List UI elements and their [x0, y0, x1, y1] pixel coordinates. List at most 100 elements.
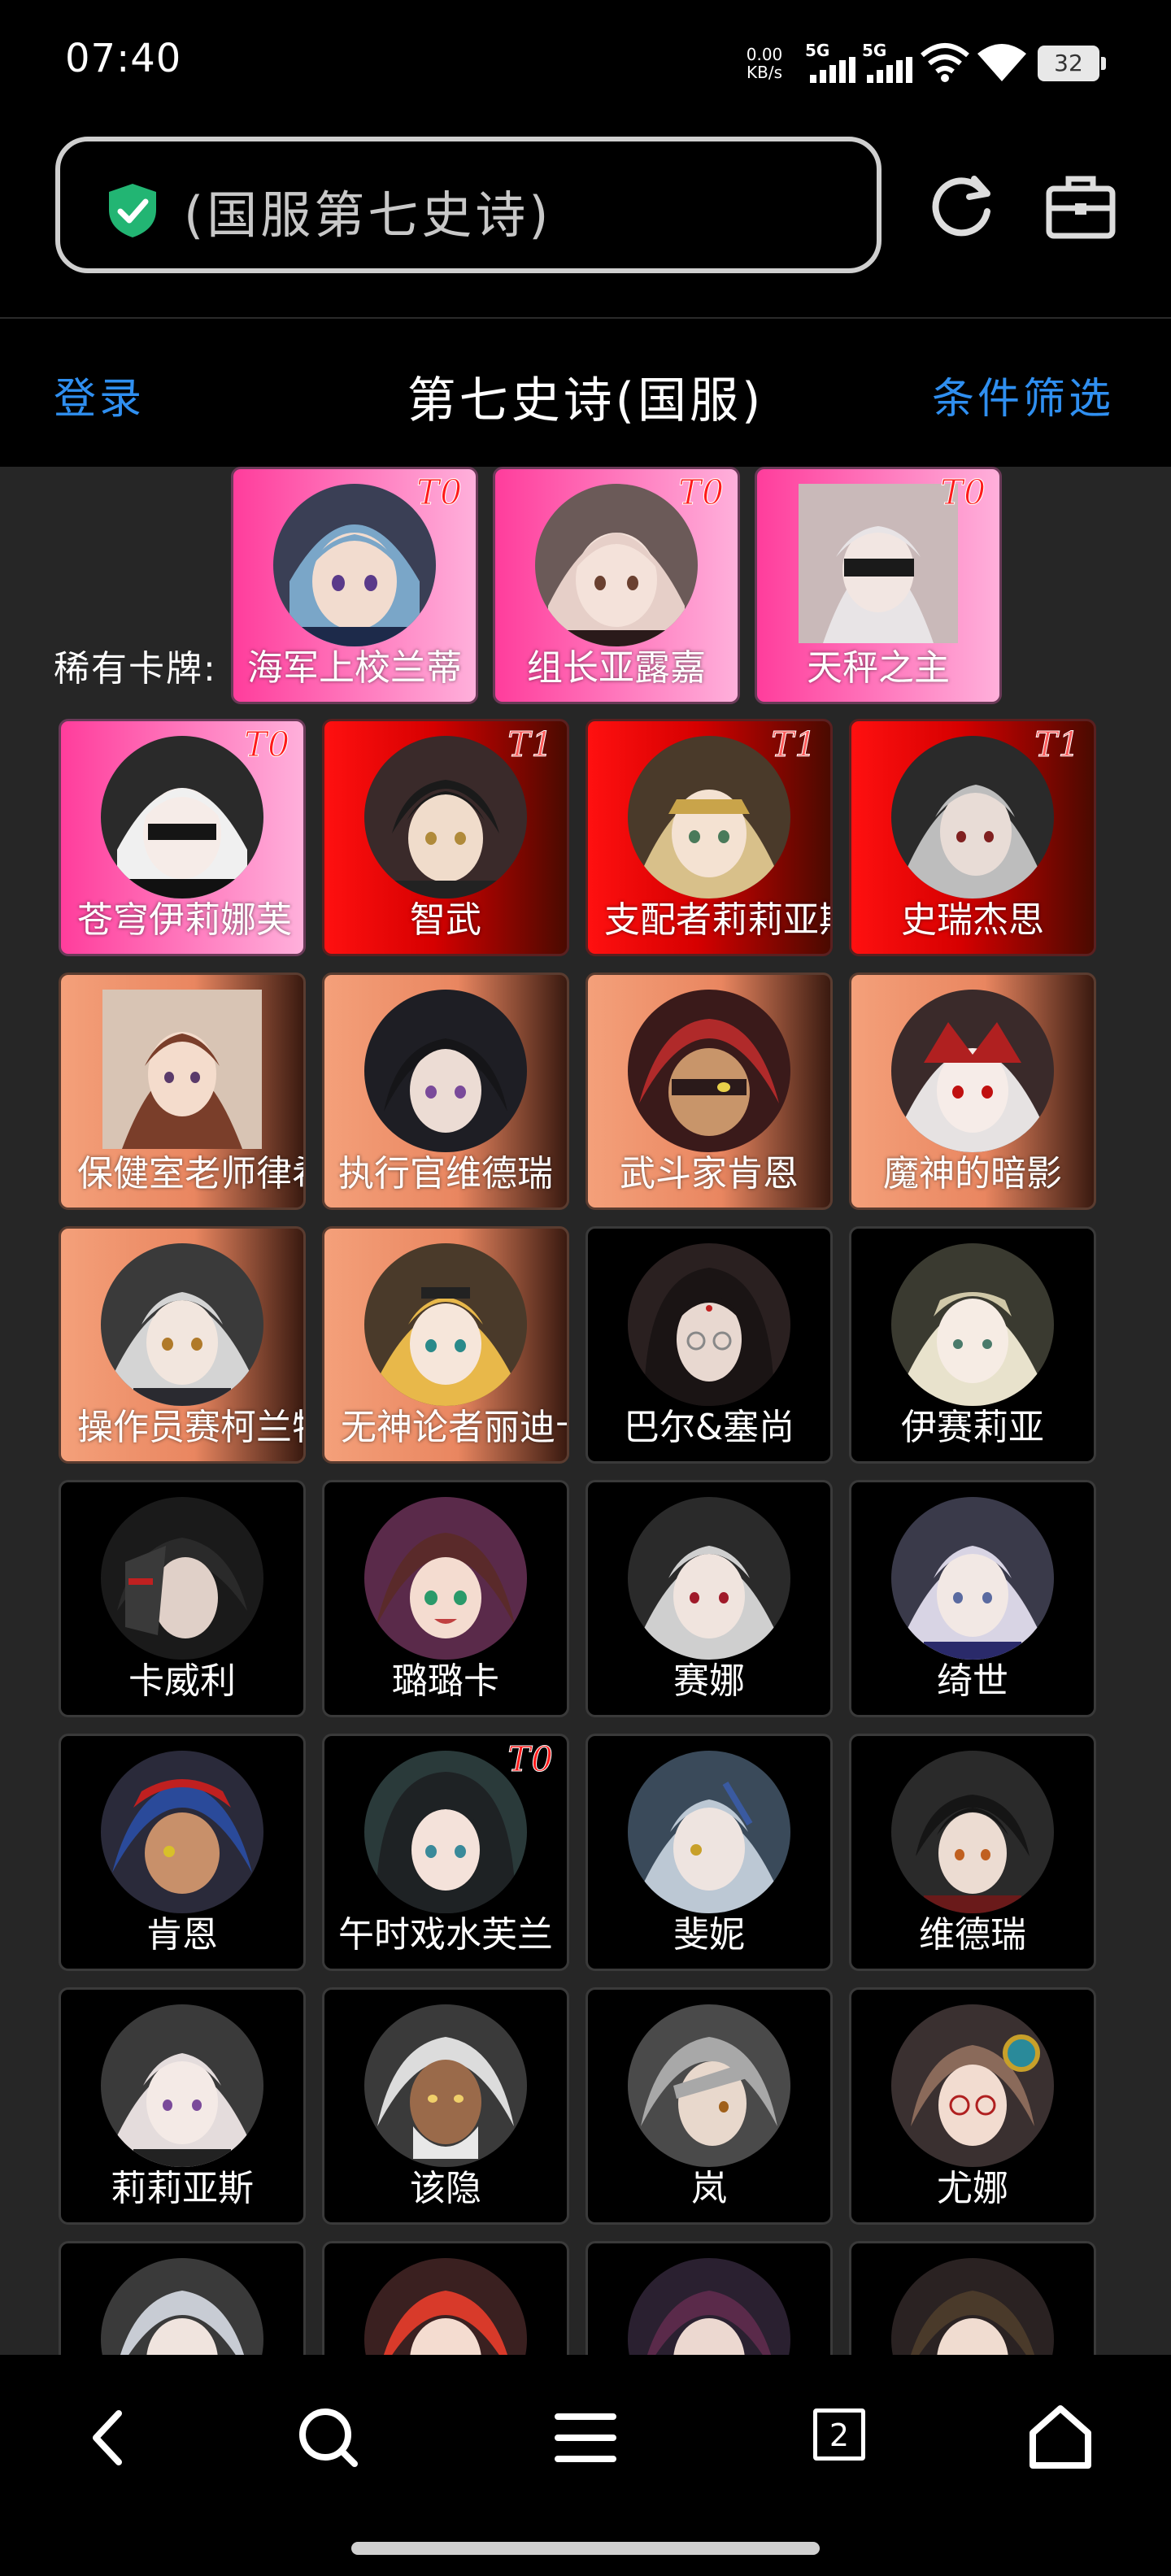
- battery-icon: 32: [1038, 46, 1106, 81]
- hero-portrait: [101, 736, 263, 899]
- hero-card[interactable]: T0 苍穹伊莉娜芙: [59, 719, 306, 956]
- hero-portrait: [102, 990, 262, 1149]
- hero-name: 智武: [410, 899, 481, 941]
- hero-card[interactable]: 卡威利: [59, 1480, 306, 1717]
- toolbox-icon[interactable]: [1044, 172, 1117, 241]
- screen: 07:40 0.00 KB/s 5G 5G 32 (国服第七史诗) 登录 第七史…: [0, 0, 1171, 2576]
- hero-name: 苍穹伊莉娜芙: [77, 899, 292, 941]
- hero-portrait: [535, 484, 698, 646]
- hero-name: 史瑞杰思: [901, 899, 1044, 941]
- tier-badge: T0: [244, 724, 290, 765]
- hero-card[interactable]: 伊赛莉亚: [849, 1226, 1096, 1464]
- hero-card[interactable]: 赛娜: [586, 1480, 833, 1717]
- hero-portrait: [364, 1243, 527, 1406]
- hero-portrait: [628, 990, 790, 1152]
- hero-card[interactable]: 该隐: [322, 1987, 569, 2225]
- hero-portrait: [364, 990, 527, 1152]
- hero-name: 天秤之主: [807, 647, 950, 689]
- hero-name: 斐妮: [673, 1914, 745, 1956]
- back-icon[interactable]: [68, 2397, 150, 2478]
- tier-badge: T1: [507, 724, 554, 765]
- hero-portrait: [364, 1751, 527, 1913]
- tier-badge: T0: [416, 472, 463, 513]
- hero-portrait: [364, 736, 527, 899]
- hero-name: 无神论者丽迪卡: [341, 1407, 567, 1448]
- hero-name: 午时戏水芙兰: [338, 1914, 553, 1956]
- hero-card[interactable]: [59, 2241, 306, 2355]
- hero-card[interactable]: 绮世: [849, 1480, 1096, 1717]
- browser-toolbar: (国服第七史诗): [0, 130, 1171, 317]
- hero-name: 支配者莉莉亚斯: [604, 899, 830, 941]
- status-time: 07:40: [65, 36, 182, 81]
- hero-portrait: [891, 736, 1054, 899]
- hero-card[interactable]: [849, 2241, 1096, 2355]
- hero-name: 绮世: [937, 1660, 1008, 1702]
- home-icon[interactable]: [1020, 2397, 1101, 2478]
- tier-badge: T0: [940, 472, 986, 513]
- hero-card[interactable]: 保健室老师律希: [59, 973, 306, 1210]
- hero-portrait: [364, 1497, 527, 1660]
- rare-cards-label: 稀有卡牌:: [54, 648, 217, 690]
- hero-card[interactable]: 无神论者丽迪卡: [322, 1226, 569, 1464]
- hero-card[interactable]: [586, 2241, 833, 2355]
- menu-icon[interactable]: [545, 2397, 626, 2478]
- hero-card[interactable]: T1 智武: [322, 719, 569, 956]
- hero-portrait: [628, 736, 790, 899]
- hero-name: 组长亚露嘉: [527, 647, 706, 689]
- hero-card[interactable]: 斐妮: [586, 1734, 833, 1971]
- hero-card[interactable]: 璐璐卡: [322, 1480, 569, 1717]
- reload-icon[interactable]: [925, 169, 999, 242]
- tabs-icon[interactable]: 2: [813, 2408, 865, 2461]
- hero-name: 尤娜: [937, 2168, 1008, 2209]
- wifi-icon: [977, 44, 1026, 81]
- hero-name: 赛娜: [673, 1660, 745, 1702]
- hotspot-icon: [921, 43, 969, 82]
- hero-name: 该隐: [410, 2168, 481, 2209]
- tier-badge: T0: [678, 472, 725, 513]
- hero-card[interactable]: 岚: [586, 1987, 833, 2225]
- hero-portrait: [101, 1751, 263, 1913]
- hero-card[interactable]: 巴尔&塞尚: [586, 1226, 833, 1464]
- filter-link[interactable]: 条件筛选: [932, 364, 1114, 425]
- hero-card[interactable]: 操作员赛柯兰特: [59, 1226, 306, 1464]
- hero-portrait: [628, 1497, 790, 1660]
- page-header: 登录 第七史诗(国服) 条件筛选: [0, 317, 1171, 467]
- hero-portrait: [273, 484, 436, 646]
- hero-portrait: [101, 2258, 263, 2355]
- hero-card[interactable]: T0 组长亚露嘉: [493, 467, 740, 704]
- hero-name: 维德瑞: [919, 1914, 1026, 1956]
- hero-portrait: [101, 1243, 263, 1406]
- address-bar[interactable]: (国服第七史诗): [55, 137, 882, 273]
- hero-name: 璐璐卡: [392, 1660, 499, 1702]
- hero-portrait: [891, 2258, 1054, 2355]
- hero-card[interactable]: T1 支配者莉莉亚斯: [586, 719, 833, 956]
- hero-name: 岚: [691, 2168, 727, 2209]
- hero-portrait: [101, 2004, 263, 2167]
- tier-badge: T1: [1034, 724, 1081, 765]
- hero-card[interactable]: 尤娜: [849, 1987, 1096, 2225]
- hero-card[interactable]: T0 海军上校兰蒂: [231, 467, 478, 704]
- hero-name: 莉莉亚斯: [111, 2168, 254, 2209]
- hero-card[interactable]: T0 午时戏水芙兰: [322, 1734, 569, 1971]
- network-speed-value: 0.00: [746, 45, 783, 64]
- hero-portrait: [891, 990, 1054, 1152]
- hero-card[interactable]: 莉莉亚斯: [59, 1987, 306, 2225]
- hero-card[interactable]: 魔神的暗影: [849, 973, 1096, 1210]
- home-indicator[interactable]: [351, 2542, 820, 2555]
- hero-portrait: [628, 2004, 790, 2167]
- search-icon[interactable]: [288, 2397, 369, 2478]
- hero-card[interactable]: [322, 2241, 569, 2355]
- hero-name: 伊赛莉亚: [901, 1407, 1044, 1448]
- hero-card[interactable]: 肯恩: [59, 1734, 306, 1971]
- hero-card[interactable]: 维德瑞: [849, 1734, 1096, 1971]
- hero-portrait: [364, 2004, 527, 2167]
- network-speed-unit: KB/s: [747, 63, 782, 82]
- hero-card[interactable]: 执行官维德瑞: [322, 973, 569, 1210]
- hero-card[interactable]: T1 史瑞杰思: [849, 719, 1096, 956]
- hero-name: 魔神的暗影: [883, 1153, 1062, 1194]
- hero-card[interactable]: 武斗家肯恩: [586, 973, 833, 1210]
- hero-card[interactable]: T0 天秤之主: [755, 467, 1002, 704]
- hero-name: 执行官维德瑞: [338, 1153, 553, 1194]
- hero-name: 武斗家肯恩: [620, 1153, 799, 1194]
- hero-portrait: [891, 1497, 1054, 1660]
